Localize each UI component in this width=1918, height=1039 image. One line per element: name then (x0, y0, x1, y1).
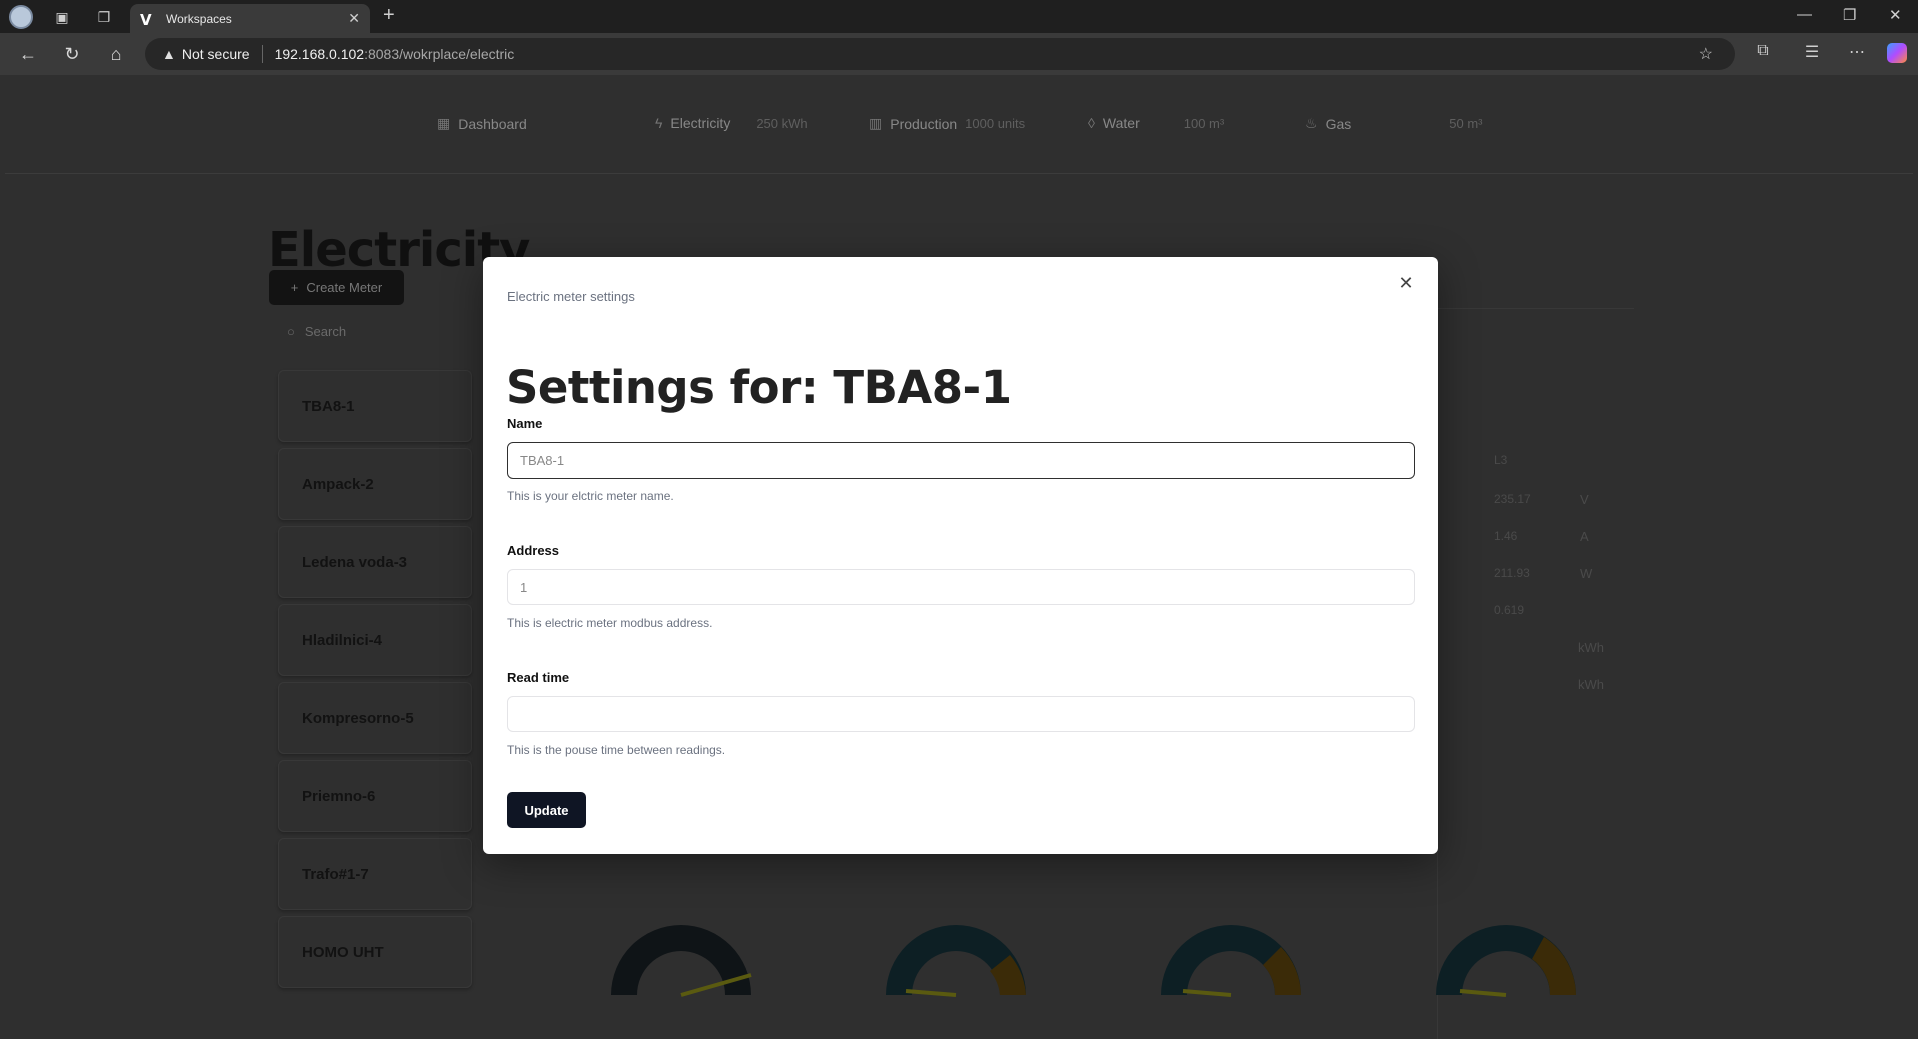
url-separator (261, 45, 263, 63)
nav-item-water[interactable]: ◊ Water 100 m³ (1088, 115, 1224, 131)
warning-icon[interactable]: ▲ (162, 46, 176, 62)
vite-icon: V (140, 10, 152, 29)
reading-unit: A (1580, 529, 1589, 544)
reading-value: 235.17 (1494, 492, 1531, 506)
address-field[interactable] (507, 569, 1415, 605)
droplet-icon: ◊ (1088, 115, 1095, 131)
workspaces-icon[interactable]: ▣ (51, 6, 73, 28)
gauge-needle (1182, 989, 1232, 997)
meter-search-input[interactable]: ○ Search (273, 312, 473, 350)
meter-card[interactable]: Kompresorno-5 (278, 682, 472, 754)
browser-toolbar: ← ↻ ⌂ ▲ Not secure 192.168.0.102 :8083/w… (0, 33, 1918, 75)
reading-unit: V (1580, 492, 1589, 507)
gauge-needle (1459, 989, 1507, 997)
gauge-chart (1161, 925, 1301, 997)
refresh-icon[interactable]: ↻ (60, 42, 84, 66)
new-tab-icon[interactable]: + (383, 4, 395, 27)
meter-card[interactable]: Ampack-2 (278, 448, 472, 520)
nav-item-production[interactable]: ▥ Production 1000 units (869, 115, 1025, 132)
gauge-needle (905, 989, 957, 997)
address-bar[interactable]: ▲ Not secure 192.168.0.102 :8083/wokrpla… (145, 38, 1735, 70)
reading-value: 211.93 (1494, 566, 1530, 580)
reading-unit: W (1580, 566, 1593, 581)
reading-unit: kWh (1578, 640, 1604, 655)
name-field[interactable] (507, 442, 1415, 479)
bolt-icon: ϟ (655, 115, 663, 131)
column-header-l3: L3 (1494, 453, 1508, 467)
browser-tab-workspaces[interactable]: V Workspaces ✕ (130, 4, 370, 33)
tab-actions-icon[interactable]: ❐ (93, 6, 115, 28)
create-meter-button[interactable]: + Create Meter (269, 270, 404, 305)
reading-value: 0.619 (1494, 603, 1525, 617)
home-icon[interactable]: ⌂ (104, 42, 128, 66)
favorite-star-icon[interactable]: ☆ (1699, 44, 1713, 64)
meter-card[interactable]: TBA8-1 (278, 370, 472, 442)
flame-icon: ♨ (1305, 115, 1318, 131)
address-description: This is electric meter modbus address. (507, 616, 713, 630)
back-icon[interactable]: ← (16, 42, 40, 66)
restore-icon[interactable]: ❐ (1843, 6, 1856, 24)
dialog-title: Settings for: TBA8-1 (506, 361, 1012, 414)
url-host[interactable]: 192.168.0.102 (275, 46, 365, 62)
profile-avatar[interactable] (9, 5, 33, 29)
search-icon: ○ (287, 323, 295, 339)
security-label[interactable]: Not secure (182, 46, 250, 62)
address-label: Address (507, 543, 560, 558)
close-tab-icon[interactable]: ✕ (348, 10, 360, 27)
electric-meter-settings-dialog: Electric meter settings ✕ Settings for: … (483, 257, 1438, 854)
meter-card[interactable]: HOMO UHT (278, 916, 472, 988)
extensions-icon[interactable]: ⧉ (1751, 42, 1775, 60)
copilot-icon[interactable] (1887, 43, 1907, 63)
read-time-label: Read time (507, 670, 570, 685)
tab-title: Workspaces (166, 11, 232, 26)
read-time-field[interactable] (507, 696, 1415, 732)
meter-card[interactable]: Ledena voda-3 (278, 526, 472, 598)
url-path[interactable]: :8083/wokrplace/electric (364, 46, 514, 62)
update-button[interactable]: Update (507, 792, 586, 828)
meter-card[interactable]: Hladilnici-4 (278, 604, 472, 676)
factory-icon: ▥ (869, 115, 883, 131)
reading-value: 1.46 (1494, 529, 1518, 543)
gauge-chart (1436, 925, 1576, 997)
nav-item-gas[interactable]: ♨ Gas 50 m³ (1305, 115, 1482, 132)
reading-unit: kWh (1578, 677, 1604, 692)
name-label: Name (507, 416, 543, 431)
close-icon[interactable]: ✕ (1394, 271, 1418, 295)
gauge-chart (611, 925, 752, 997)
top-navigation: ▦ Dashboard ϟ Electricity 250 kWh ▥ Prod… (5, 75, 1913, 174)
read-time-description: This is the pouse time between readings. (507, 743, 726, 757)
close-window-icon[interactable]: ✕ (1889, 6, 1902, 24)
nav-item-dashboard[interactable]: ▦ Dashboard (437, 115, 527, 132)
grid-icon: ▦ (437, 115, 451, 131)
nav-item-electricity[interactable]: ϟ Electricity 250 kWh (655, 115, 808, 131)
favorites-icon[interactable]: ☰ (1800, 42, 1824, 62)
plus-icon: + (290, 280, 299, 295)
browser-tab-bar: ▣ ❐ V Workspaces ✕ + — ❐ ✕ (0, 0, 1918, 33)
minimize-icon[interactable]: — (1797, 6, 1812, 23)
name-description: This is your elctric meter name. (507, 489, 674, 503)
gauge-chart (886, 925, 1026, 997)
more-menu-icon[interactable]: ⋯ (1845, 42, 1869, 62)
meter-card[interactable]: Priemno-6 (278, 760, 472, 832)
dialog-subtitle: Electric meter settings (507, 289, 635, 304)
meter-card[interactable]: Trafo#1-7 (278, 838, 472, 910)
